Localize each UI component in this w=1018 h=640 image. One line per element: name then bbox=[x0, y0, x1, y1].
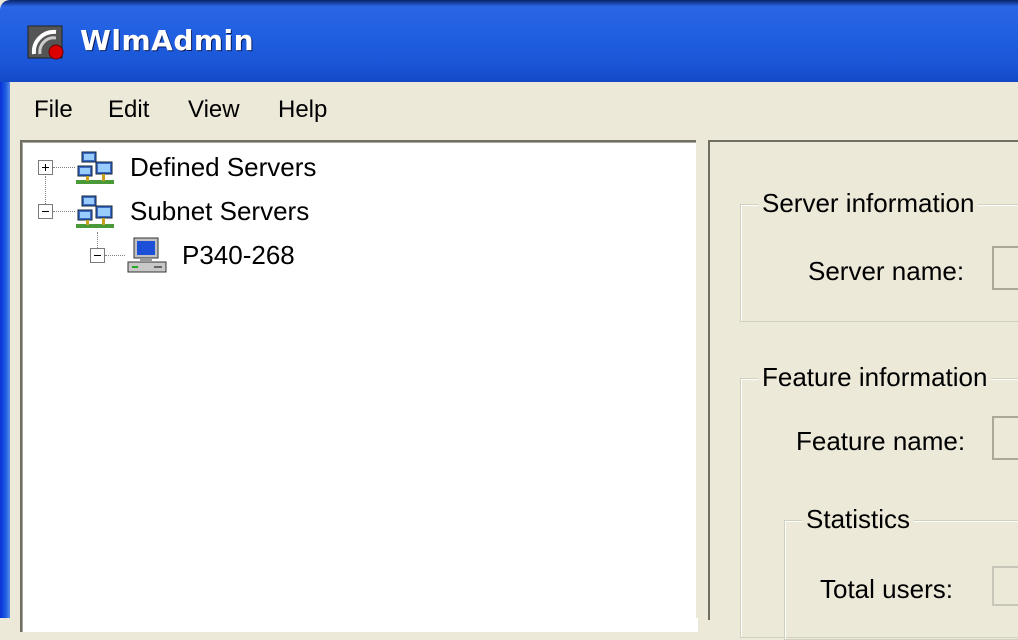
tree-node-defined-servers[interactable]: Defined Servers bbox=[22, 148, 682, 188]
tree-node-label: Subnet Servers bbox=[130, 196, 310, 226]
menu-bar: File Edit View Help bbox=[10, 82, 1018, 134]
total-users-label: Total users: bbox=[820, 574, 953, 604]
detail-pane: Server information Server name: Feature … bbox=[708, 140, 1018, 640]
feature-info-legend: Feature information bbox=[758, 362, 992, 393]
expand-icon[interactable] bbox=[38, 160, 53, 175]
window-title: WlmAdmin bbox=[80, 24, 255, 57]
menu-view[interactable]: View bbox=[188, 96, 240, 124]
network-servers-icon bbox=[76, 151, 114, 184]
tree-node-p340-268[interactable]: P340-268 bbox=[22, 236, 682, 276]
server-name-label: Server name: bbox=[808, 256, 965, 286]
menu-edit[interactable]: Edit bbox=[108, 96, 149, 124]
title-bar[interactable]: WlmAdmin bbox=[0, 0, 1018, 82]
network-servers-icon bbox=[76, 195, 114, 228]
wlmadmin-app-icon bbox=[27, 25, 64, 60]
server-tree[interactable]: Defined Servers Subnet Servers P340-268 bbox=[20, 140, 698, 632]
feature-name-label: Feature name: bbox=[796, 426, 966, 456]
collapse-icon[interactable] bbox=[38, 204, 53, 219]
statistics-legend: Statistics bbox=[802, 504, 915, 535]
window-frame-left bbox=[0, 82, 10, 618]
menu-file[interactable]: File bbox=[34, 96, 73, 124]
tree-node-label: Defined Servers bbox=[130, 152, 317, 182]
menu-help[interactable]: Help bbox=[278, 96, 327, 124]
server-info-legend: Server information bbox=[758, 188, 979, 219]
tree-node-subnet-servers[interactable]: Subnet Servers bbox=[22, 192, 682, 232]
collapse-icon[interactable] bbox=[90, 248, 105, 263]
total-users-field[interactable] bbox=[992, 566, 1018, 606]
pane-splitter[interactable] bbox=[696, 140, 708, 618]
server-name-field[interactable] bbox=[992, 246, 1018, 290]
tree-node-label: P340-268 bbox=[182, 240, 295, 270]
computer-icon bbox=[127, 237, 167, 273]
feature-name-field[interactable] bbox=[992, 416, 1018, 460]
